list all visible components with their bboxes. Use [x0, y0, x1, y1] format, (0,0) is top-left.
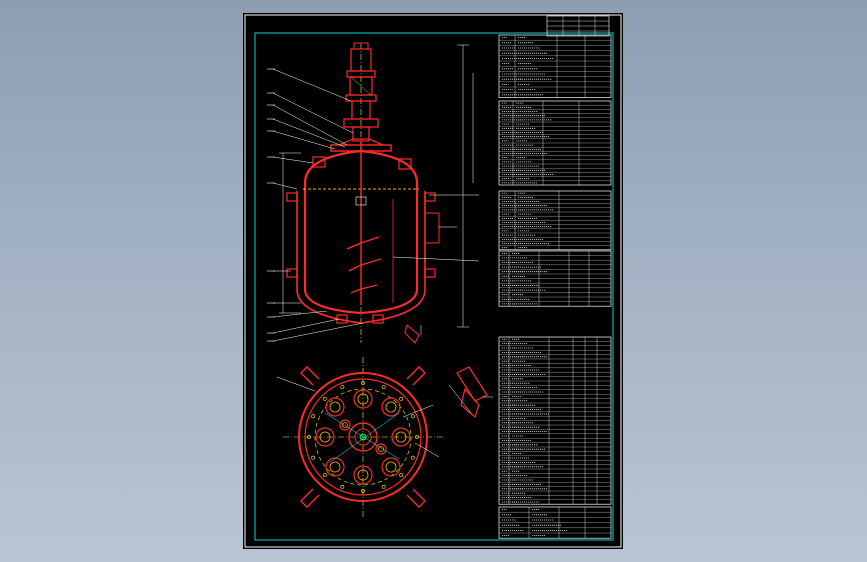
cad-viewport[interactable] — [0, 0, 867, 562]
technical-requirements-table — [498, 100, 612, 186]
drawing-sheet — [243, 13, 623, 549]
sheet-background — [243, 13, 623, 549]
